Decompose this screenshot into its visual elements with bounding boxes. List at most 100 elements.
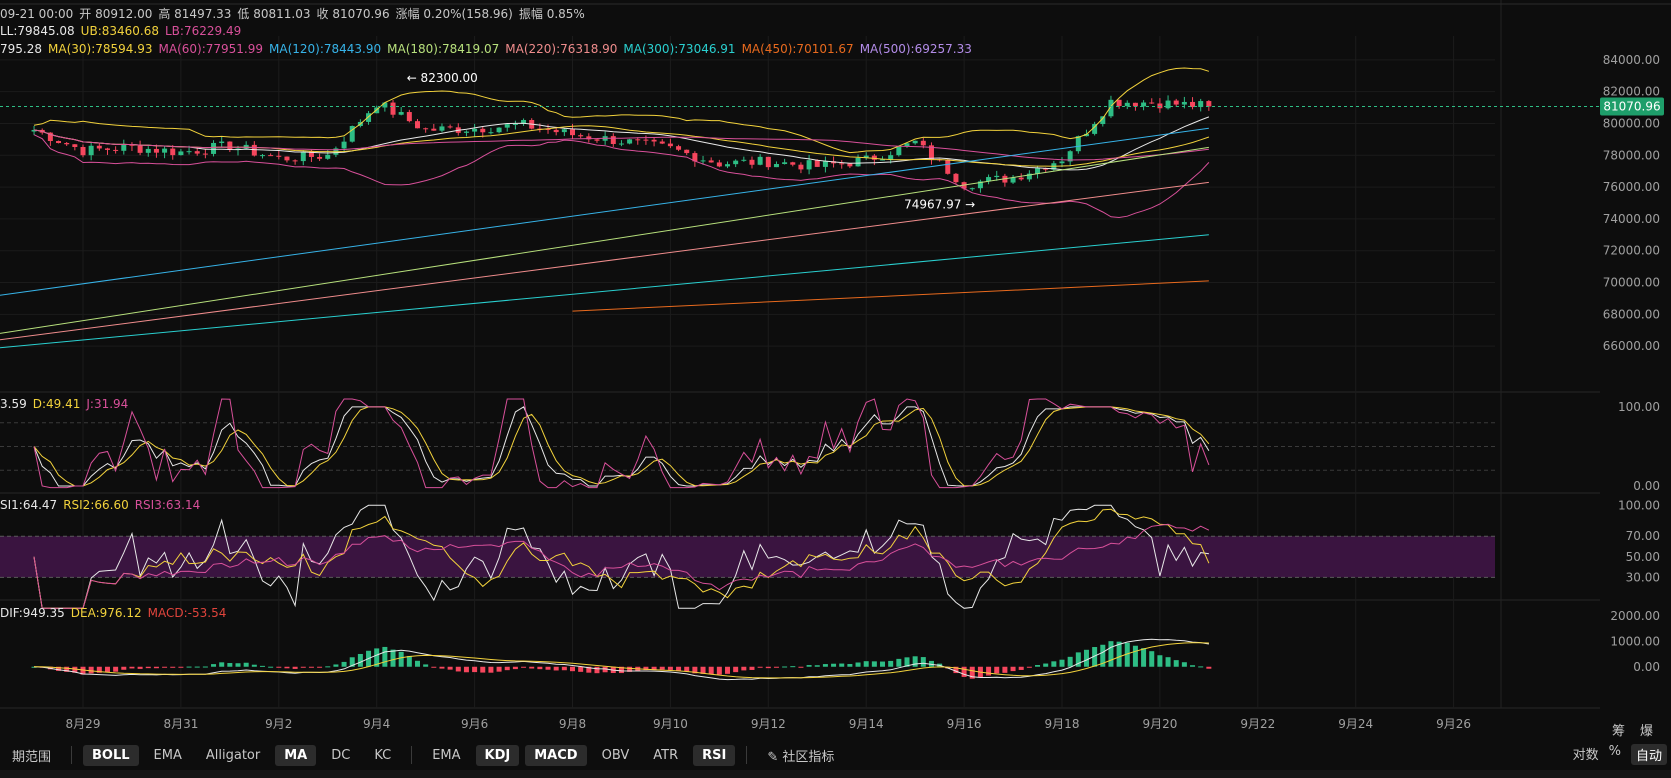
indicator-atr-button[interactable]: ATR	[644, 745, 687, 766]
macd-histogram-bar	[472, 666, 478, 673]
candle-body	[553, 129, 559, 133]
macd-histogram-bar	[1067, 656, 1073, 667]
macd-histogram-bar	[129, 666, 135, 669]
date-tick-label: 9月10	[653, 717, 688, 731]
candle-body	[72, 144, 78, 147]
macd-histogram-bar	[504, 666, 510, 671]
indicator-boll-button[interactable]: BOLL	[83, 744, 139, 766]
candle-body	[268, 155, 274, 157]
rsi-band	[0, 536, 1495, 578]
candle-body	[137, 145, 143, 153]
indicator-tick-label: 0.00	[1633, 479, 1660, 493]
macd-histogram-bar	[961, 666, 967, 677]
indicator-kc-button[interactable]: KC	[365, 745, 400, 766]
macd-histogram-bar	[708, 666, 714, 675]
low-price-annotation: 74967.97 →	[904, 198, 975, 212]
macd-histogram-bar	[888, 660, 894, 667]
candle-body	[1149, 102, 1155, 104]
candle-body	[113, 149, 119, 151]
last-price-text: 81070.96	[1603, 99, 1660, 113]
macd-histogram-bar	[243, 662, 249, 667]
candle-body	[610, 136, 616, 145]
candle-body	[496, 127, 502, 133]
auto-scale-toggle[interactable]: 自动	[1630, 744, 1667, 765]
macd-histogram-bar	[814, 665, 820, 667]
price-tick-label: 68000.00	[1603, 307, 1660, 321]
macd-histogram-bar	[725, 666, 731, 674]
candle-body	[186, 151, 192, 153]
community-indicators-label: 社区指标	[782, 749, 835, 765]
indicator-ema-button[interactable]: EMA	[423, 745, 469, 766]
candle-body	[64, 143, 70, 145]
candle-body	[888, 155, 894, 160]
macd-histogram-bar	[1181, 662, 1187, 667]
macd-histogram-bar	[659, 666, 665, 670]
candle-body	[219, 141, 225, 143]
indicator-kdj-button[interactable]: KDJ	[475, 744, 520, 766]
kdj-value: D:49.41	[32, 397, 81, 411]
macd-histogram-bar	[194, 666, 200, 668]
period-range-button[interactable]: 期范围	[3, 743, 60, 768]
indicator-ema-button[interactable]: EMA	[145, 745, 191, 766]
indicator-dc-button[interactable]: DC	[322, 745, 359, 766]
macd-histogram-bar	[512, 666, 518, 670]
candle-body	[488, 132, 494, 134]
high-price-annotation: ← 82300.00	[407, 71, 478, 85]
candle-body	[325, 154, 331, 159]
liquidation-label: 爆	[1640, 724, 1653, 739]
candle-body	[773, 164, 779, 168]
ohlc-value: 振幅 0.85%	[518, 7, 585, 21]
candle-body	[1206, 101, 1212, 107]
indicator-tick-label: 0.00	[1633, 660, 1660, 674]
toolbar-divider	[746, 746, 748, 764]
indicator-ma-button[interactable]: MA	[275, 744, 317, 766]
community-indicators-button[interactable]: ✎ 社区指标	[758, 743, 843, 768]
boll-legend: LL:79845.08 UB:83460.68 LB:76229.49	[0, 24, 247, 38]
rsi-legend: SI1:64.47 RSI2:66.60 RSI3:63.14	[0, 498, 206, 512]
chart-canvas[interactable]: 84000.00 82000.00 80000.00 78000.00 76000.00…	[0, 0, 1671, 740]
indicator-macd-button[interactable]: MACD	[525, 744, 587, 766]
candle-body	[912, 140, 918, 144]
macd-histogram-bar	[790, 666, 796, 668]
macd-histogram-bar	[317, 666, 323, 668]
macd-histogram-bar	[463, 666, 469, 673]
macd-histogram-bar	[325, 666, 331, 668]
macd-histogram-bar	[676, 666, 682, 671]
candle-body	[790, 162, 796, 165]
indicator-tick-label: 70.00	[1626, 529, 1660, 543]
indicator-obv-button[interactable]: OBV	[593, 745, 639, 766]
candle-body	[871, 155, 877, 160]
macd-histogram-bar	[847, 663, 853, 667]
date-tick-label: 8月29	[66, 717, 101, 731]
date-tick-label: 9月16	[947, 717, 982, 731]
candle-body	[643, 139, 649, 141]
candle-body	[439, 126, 445, 131]
ohlc-value: 开 80912.00	[79, 7, 153, 21]
candle-body	[406, 112, 412, 122]
candle-body	[806, 160, 812, 170]
kdj-value: J:31.94	[86, 397, 129, 411]
macd-histogram-bar	[986, 666, 992, 676]
toolbar-divider	[71, 746, 73, 764]
macd-histogram-bar	[455, 666, 461, 672]
indicator-alligator-button[interactable]: Alligator	[197, 745, 269, 766]
percent-scale-toggle[interactable]: %	[1609, 744, 1621, 765]
macd-histogram-bar	[235, 663, 241, 667]
candle-body	[121, 144, 127, 151]
macd-histogram-bar	[521, 666, 527, 668]
log-scale-toggle[interactable]: 对数	[1573, 744, 1599, 765]
indicator-rsi-button[interactable]: RSI	[693, 744, 736, 766]
macd-histogram-bar	[1083, 649, 1089, 667]
candle-body	[716, 162, 722, 167]
price-tick-label: 66000.00	[1603, 339, 1660, 353]
scale-controls: 对数 % 自动	[1563, 744, 1667, 765]
ma-value: MA(450):70101.67	[741, 42, 854, 56]
indicator-tick-label: 1000.00	[1610, 634, 1660, 648]
candle-body	[945, 159, 951, 174]
macd-histogram-bar	[749, 666, 755, 670]
candle-body	[798, 164, 804, 170]
macd-histogram-bar	[382, 646, 388, 667]
rsi-value: RSI3:63.14	[134, 498, 201, 512]
macd-histogram-bar	[480, 666, 486, 673]
macd-histogram-bar	[912, 656, 918, 667]
